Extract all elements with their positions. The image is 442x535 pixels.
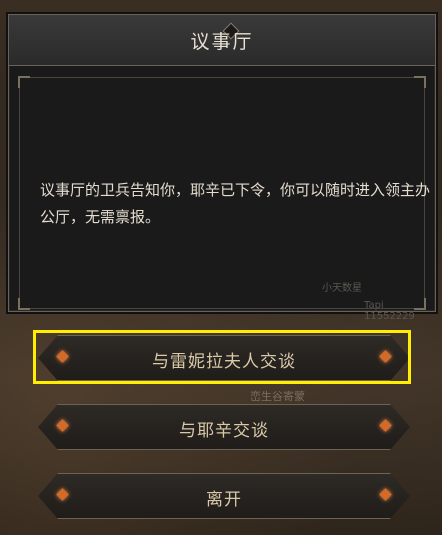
corner-ornament-icon	[414, 76, 426, 88]
dialog-message: 议事厅的卫兵告知你，耶辛已下令，你可以随时进入领主办公厅，无需禀报。	[40, 181, 431, 226]
watermark-id: Tapi 11552229	[364, 300, 415, 322]
dialog-body-frame: 议事厅的卫兵告知你，耶辛已下令，你可以随时进入领主办公厅，无需禀报。 小天数星 …	[18, 76, 430, 322]
choice-label: 离开	[206, 490, 242, 510]
talk-to-yexin-button[interactable]: 与耶辛交谈	[38, 404, 410, 450]
dialog-title: 议事厅	[190, 31, 254, 53]
selection-highlight	[33, 330, 411, 384]
choice-label: 与耶辛交谈	[179, 421, 269, 441]
background-label: 峦生谷寄蒙	[250, 390, 305, 403]
dialog-header: 议事厅	[9, 15, 435, 66]
leave-button[interactable]: 离开	[38, 473, 410, 519]
corner-ornament-icon	[18, 298, 30, 310]
dialog-panel: 议事厅 议事厅的卫兵告知你，耶辛已下令，你可以随时进入领主办公厅，无需禀报。 小…	[8, 14, 436, 322]
watermark-name: 小天数星	[322, 283, 362, 294]
corner-ornament-icon	[18, 76, 30, 88]
